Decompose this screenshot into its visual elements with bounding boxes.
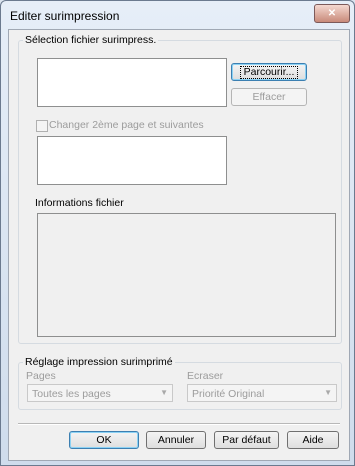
overwrite-select[interactable]: Priorité Original ▼ xyxy=(187,384,337,402)
chevron-down-icon: ▼ xyxy=(324,388,332,397)
window-title: Editer surimpression xyxy=(10,9,120,23)
file-info-box xyxy=(37,213,336,337)
default-button[interactable]: Par défaut xyxy=(214,431,279,449)
ok-button[interactable]: OK xyxy=(69,431,139,449)
print-settings-legend: Réglage impression surimprimé xyxy=(23,356,175,368)
cancel-button[interactable]: Annuler xyxy=(146,431,206,449)
second-page-checkbox[interactable] xyxy=(36,120,48,132)
ok-button-label: OK xyxy=(96,434,112,446)
dialog-client-area: Sélection fichier surimpress. Parcourir.… xyxy=(8,29,350,461)
overwrite-label: Ecraser xyxy=(187,370,224,382)
file-selection-group: Sélection fichier surimpress. Parcourir.… xyxy=(18,34,342,344)
pages-select[interactable]: Toutes les pages ▼ xyxy=(27,384,173,402)
file-info-label: Informations fichier xyxy=(35,197,124,209)
help-button-label: Aide xyxy=(302,434,324,446)
close-button[interactable]: ✕ xyxy=(314,4,350,23)
pages-label: Pages xyxy=(26,370,56,382)
dialog-window: Editer surimpression ✕ Sélection fichier… xyxy=(0,0,355,466)
default-button-label: Par défaut xyxy=(222,434,271,446)
second-page-file-box[interactable] xyxy=(37,136,227,185)
browse-button[interactable]: Parcourir... xyxy=(231,63,307,81)
title-bar[interactable]: Editer surimpression ✕ xyxy=(1,1,354,27)
clear-button-label: Effacer xyxy=(252,91,286,103)
browse-button-label: Parcourir... xyxy=(239,65,299,79)
footer-divider xyxy=(18,423,340,425)
overwrite-select-value: Priorité Original xyxy=(192,388,265,400)
cancel-button-label: Annuler xyxy=(157,434,195,446)
print-settings-group: Réglage impression surimprimé Pages Tout… xyxy=(18,356,342,410)
pages-select-value: Toutes les pages xyxy=(32,388,111,400)
file-selection-legend: Sélection fichier surimpress. xyxy=(23,34,159,46)
help-button[interactable]: Aide xyxy=(287,431,339,449)
close-icon: ✕ xyxy=(327,8,337,19)
chevron-down-icon: ▼ xyxy=(160,388,168,397)
clear-button[interactable]: Effacer xyxy=(231,88,307,106)
file-list-box[interactable] xyxy=(37,58,227,107)
second-page-checkbox-label: Changer 2ème page et suivantes xyxy=(49,119,204,131)
